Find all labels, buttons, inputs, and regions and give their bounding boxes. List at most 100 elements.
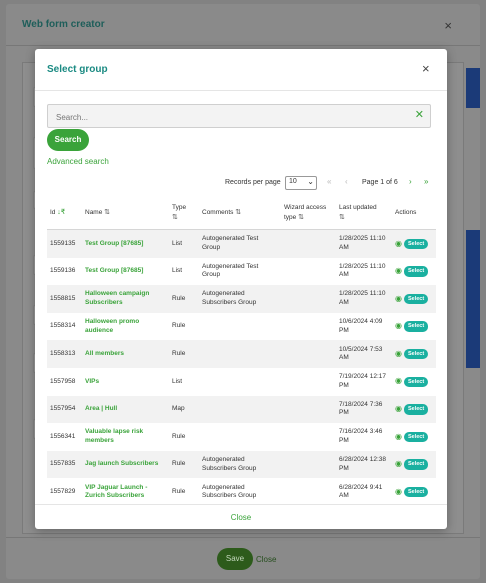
clear-icon[interactable]: ✕ xyxy=(415,108,424,122)
close-button[interactable]: Close xyxy=(231,513,251,522)
advanced-search-link[interactable]: Advanced search xyxy=(47,157,109,166)
eye-icon[interactable]: ◉ xyxy=(395,349,402,358)
column-header-comments[interactable]: Comments ⇅ xyxy=(199,197,281,230)
cell-wizard xyxy=(281,340,336,368)
cell-updated: 1/28/2025 11:10 AM xyxy=(336,285,392,313)
column-header-name[interactable]: Name ⇅ xyxy=(82,197,169,230)
sort-icon: ⇅ xyxy=(298,214,304,221)
group-name-link[interactable]: VIPs xyxy=(85,378,99,385)
column-header-actions: Actions xyxy=(392,197,436,230)
cell-wizard xyxy=(281,368,336,396)
table-row: 1559135 Test Group [87685] List Autogene… xyxy=(47,229,436,258)
cell-wizard xyxy=(281,285,336,313)
group-name-link[interactable]: Test Group [87685] xyxy=(85,240,143,247)
eye-icon[interactable]: ◉ xyxy=(395,432,402,441)
search-input[interactable] xyxy=(54,108,408,126)
cell-updated: 1/28/2025 11:10 AM xyxy=(336,229,392,258)
column-header-label: Name xyxy=(85,209,103,216)
cell-id: 1557954 xyxy=(47,395,82,424)
eye-icon[interactable]: ◉ xyxy=(395,487,402,496)
divider xyxy=(6,537,480,538)
group-name-link[interactable]: Test Group [87685] xyxy=(85,267,143,274)
cell-type: List xyxy=(172,267,183,275)
column-header-updated[interactable]: Last updated ⇅ xyxy=(336,197,392,230)
group-name-link[interactable]: Jag launch Subscribers xyxy=(85,460,158,467)
group-name-link[interactable]: Area | Hull xyxy=(85,405,117,412)
cell-id: 1557829 xyxy=(50,487,76,495)
records-per-page-label: Records per page xyxy=(225,179,281,186)
select-button[interactable]: Select xyxy=(403,376,429,388)
cell-type: Rule xyxy=(169,450,199,479)
select-button[interactable]: Select xyxy=(403,321,429,332)
select-button[interactable]: Select xyxy=(403,348,429,360)
cell-updated: 1/28/2025 11:10 AM xyxy=(339,262,386,279)
column-header-wizard[interactable]: Wizard access type ⇅ xyxy=(281,197,336,230)
cell-id: 1559136 xyxy=(50,267,76,275)
table-row: 1557835 Jag launch Subscribers Rule Auto… xyxy=(47,450,436,479)
table-row: 1558314 Halloween promo audience Rule 10… xyxy=(47,313,436,341)
eye-icon[interactable]: ◉ xyxy=(395,321,402,331)
column-header-label: Type xyxy=(172,204,187,211)
select-button[interactable]: Select xyxy=(403,238,429,250)
cell-type: Map xyxy=(169,395,199,424)
first-page-icon[interactable]: « xyxy=(327,177,331,186)
close-icon[interactable]: × xyxy=(422,61,430,76)
select-button[interactable]: Select xyxy=(403,404,429,415)
cell-comments: Autogenerated Subscribers Group xyxy=(202,483,257,500)
group-name-link[interactable]: VIP Jaguar Launch - Zurich Subscribers xyxy=(85,484,147,500)
records-per-page-value: 10 xyxy=(289,178,297,185)
page-info: Page 1 of 6 xyxy=(362,179,398,186)
cell-wizard xyxy=(281,423,336,451)
group-name-link[interactable]: All members xyxy=(85,350,124,357)
select-button[interactable]: Select xyxy=(403,459,429,470)
column-header-label: Comments xyxy=(202,209,234,216)
table-row: 1556341 Valuable lapse risk members Rule… xyxy=(47,423,436,451)
select-button[interactable]: Select xyxy=(403,486,429,498)
last-page-icon[interactable]: » xyxy=(424,177,428,186)
cell-wizard xyxy=(281,478,336,506)
eye-icon[interactable]: ◉ xyxy=(395,459,402,469)
eye-icon[interactable]: ◉ xyxy=(395,294,402,303)
cell-wizard xyxy=(281,395,336,424)
eye-icon[interactable]: ◉ xyxy=(395,376,402,386)
cell-id: 1557835 xyxy=(47,450,82,479)
column-header-label: Last updated xyxy=(339,204,377,211)
sort-desc-icon: ↓₹ xyxy=(57,209,66,216)
select-button[interactable]: Select xyxy=(403,431,429,443)
table-row: 1557829 VIP Jaguar Launch - Zurich Subsc… xyxy=(47,478,436,506)
prev-page-icon[interactable]: ‹ xyxy=(345,177,348,186)
table-row: 1558815 Halloween campaign Subscribers R… xyxy=(47,285,436,313)
group-name-link[interactable]: Valuable lapse risk members xyxy=(85,428,143,444)
cell-updated: 7/18/2024 7:36 PM xyxy=(336,395,392,424)
select-group-modal: Select group × ✕ Search Advanced search … xyxy=(35,49,447,529)
eye-icon[interactable]: ◉ xyxy=(395,239,402,248)
cell-comments: Autogenerated Subscribers Group xyxy=(199,285,281,313)
eye-icon[interactable]: ◉ xyxy=(395,266,402,275)
group-name-link[interactable]: Halloween campaign Subscribers xyxy=(85,290,149,306)
next-page-icon[interactable]: › xyxy=(409,177,412,186)
select-button[interactable]: Select xyxy=(403,293,429,305)
table-row: 1558313 All members Rule 10/5/2024 7:53 … xyxy=(47,340,436,368)
column-header-id[interactable]: Id ↓₹ xyxy=(47,197,82,230)
cell-type: Rule xyxy=(172,322,186,330)
group-name-link[interactable]: Halloween promo audience xyxy=(85,318,139,334)
close-link[interactable]: Close xyxy=(256,555,276,564)
chevron-down-icon: ⌄ xyxy=(307,177,314,186)
web-form-creator-close-icon[interactable]: × xyxy=(444,18,452,33)
table-row: 1557954 Area | Hull Map 7/18/2024 7:36 P… xyxy=(47,395,436,424)
cell-id: 1557958 xyxy=(50,377,76,385)
cell-updated: 6/28/2024 12:38 PM xyxy=(336,450,392,479)
search-button[interactable]: Search xyxy=(47,129,89,151)
eye-icon[interactable]: ◉ xyxy=(395,404,402,413)
cell-comments: Autogenerated Subscribers Group xyxy=(199,450,281,479)
records-per-page-select[interactable]: 10 ⌄ xyxy=(285,176,317,190)
select-button[interactable]: Select xyxy=(403,266,429,277)
column-header-label: Wizard access type xyxy=(284,204,327,221)
web-form-creator-title: Web form creator xyxy=(22,19,105,30)
divider xyxy=(35,504,447,505)
cell-type: Rule xyxy=(169,285,199,313)
modal-title: Select group xyxy=(47,64,108,75)
save-button[interactable]: Save xyxy=(217,548,253,570)
column-header-type[interactable]: Type ⇅ xyxy=(169,197,199,230)
cell-comments: Autogenerated Test Group xyxy=(199,229,281,258)
